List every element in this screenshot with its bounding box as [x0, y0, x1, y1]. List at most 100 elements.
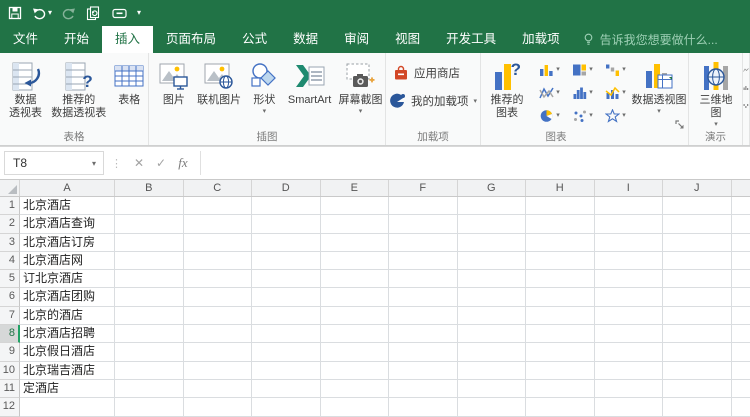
cell[interactable] [320, 325, 389, 344]
row-header-12[interactable]: 12 [0, 398, 20, 417]
cancel-button[interactable]: ✕ [128, 156, 150, 170]
smartart-button[interactable]: SmartArt [283, 56, 336, 107]
sparkline-winloss-button-partial[interactable] [743, 97, 749, 115]
cell-a4[interactable]: 北京酒店网 [20, 251, 115, 271]
cell[interactable] [389, 251, 458, 271]
column-header-f[interactable]: F [389, 180, 458, 196]
cell[interactable] [320, 306, 389, 326]
cell[interactable] [389, 306, 458, 326]
cell-a12[interactable] [20, 398, 115, 417]
column-header-e[interactable]: E [320, 180, 389, 196]
cell[interactable] [389, 215, 458, 234]
cell[interactable] [252, 306, 321, 326]
cell[interactable] [457, 325, 526, 344]
cell-a1[interactable]: 北京酒店 [20, 197, 115, 216]
cell[interactable] [320, 270, 389, 289]
cell[interactable] [457, 361, 526, 380]
cell[interactable] [731, 343, 750, 362]
cell[interactable] [594, 343, 663, 362]
cell[interactable] [252, 215, 321, 234]
cell[interactable] [115, 251, 184, 271]
enter-button[interactable]: ✓ [150, 156, 172, 170]
cell[interactable] [731, 398, 750, 417]
cell[interactable] [457, 306, 526, 326]
insert-line-chart-button[interactable]: ▾ [533, 81, 566, 104]
cell[interactable] [526, 233, 595, 252]
store-button[interactable]: 应用商店 [393, 65, 460, 81]
save-button[interactable] [8, 6, 22, 20]
row-header-10[interactable]: 10 [0, 361, 20, 380]
cell[interactable] [320, 233, 389, 252]
row-header-1[interactable]: 1 [0, 197, 20, 216]
column-header-k-partial[interactable] [731, 180, 750, 196]
cell[interactable] [252, 288, 321, 307]
tab-addins[interactable]: 加载项 [509, 26, 573, 53]
cell[interactable] [320, 197, 389, 216]
cell-a11[interactable]: 定酒店 [20, 379, 115, 399]
cell[interactable] [252, 343, 321, 362]
cell[interactable] [115, 215, 184, 234]
cell[interactable] [663, 398, 732, 417]
charts-dialog-launcher[interactable] [675, 120, 685, 130]
cell-a10[interactable]: 北京瑞吉酒店 [20, 361, 115, 380]
cell[interactable] [389, 361, 458, 380]
cell[interactable] [389, 379, 458, 399]
insert-radar-chart-button[interactable]: ▾ [599, 104, 632, 127]
undo-button[interactable]: ▾ [32, 7, 52, 20]
name-box-caret-icon[interactable]: ▾ [85, 159, 103, 168]
cell[interactable] [320, 398, 389, 417]
shapes-button[interactable]: 形状 ▾ [245, 56, 283, 116]
cell-a3[interactable]: 北京酒店订房 [20, 233, 115, 252]
cell[interactable] [183, 288, 252, 307]
insert-column-chart-button[interactable]: ▾ [533, 58, 566, 81]
cell[interactable] [252, 251, 321, 271]
cell[interactable] [389, 233, 458, 252]
insert-statistic-chart-button[interactable]: ▾ [566, 81, 599, 104]
cell-a2[interactable]: 北京酒店查询 [20, 215, 115, 234]
recommended-charts-button[interactable]: ? 推荐的 图表 [483, 56, 531, 120]
cell[interactable] [731, 288, 750, 307]
cell[interactable] [389, 270, 458, 289]
cell[interactable] [731, 361, 750, 380]
cell[interactable] [663, 306, 732, 326]
cell[interactable] [731, 197, 750, 216]
cell[interactable] [663, 233, 732, 252]
my-addins-button[interactable]: 我的加载项 ▾ [390, 93, 477, 109]
cell[interactable] [594, 398, 663, 417]
customize-qat-button[interactable]: ▾ [137, 9, 141, 17]
touch-mode-button[interactable] [112, 7, 127, 19]
cell[interactable] [594, 379, 663, 399]
pictures-button[interactable]: 图片 [155, 56, 193, 107]
cell[interactable] [252, 197, 321, 216]
row-header-11[interactable]: 11 [0, 379, 20, 399]
cell[interactable] [252, 398, 321, 417]
column-header-c[interactable]: C [183, 180, 252, 196]
cell[interactable] [183, 270, 252, 289]
cell[interactable] [115, 197, 184, 216]
cell[interactable] [320, 343, 389, 362]
cell[interactable] [457, 379, 526, 399]
cell[interactable] [457, 343, 526, 362]
cell[interactable] [183, 325, 252, 344]
cell[interactable] [115, 288, 184, 307]
cell[interactable] [526, 343, 595, 362]
cell-a6[interactable]: 北京酒店团购 [20, 288, 115, 307]
cell[interactable] [731, 270, 750, 289]
cell[interactable] [526, 361, 595, 380]
insert-combo-chart-button[interactable]: ▾ [599, 81, 632, 104]
select-all-button[interactable] [0, 180, 20, 196]
row-header-2[interactable]: 2 [0, 215, 20, 234]
column-header-j[interactable]: J [663, 180, 732, 196]
cell[interactable] [320, 288, 389, 307]
cell[interactable] [389, 343, 458, 362]
cell[interactable] [663, 251, 732, 271]
cell[interactable] [526, 288, 595, 307]
cell[interactable] [663, 270, 732, 289]
insert-scatter-chart-button[interactable]: ▾ [566, 104, 599, 127]
cell[interactable] [526, 270, 595, 289]
cell[interactable] [183, 215, 252, 234]
cell[interactable] [526, 251, 595, 271]
column-header-b[interactable]: B [115, 180, 184, 196]
cell[interactable] [183, 343, 252, 362]
column-header-d[interactable]: D [252, 180, 321, 196]
